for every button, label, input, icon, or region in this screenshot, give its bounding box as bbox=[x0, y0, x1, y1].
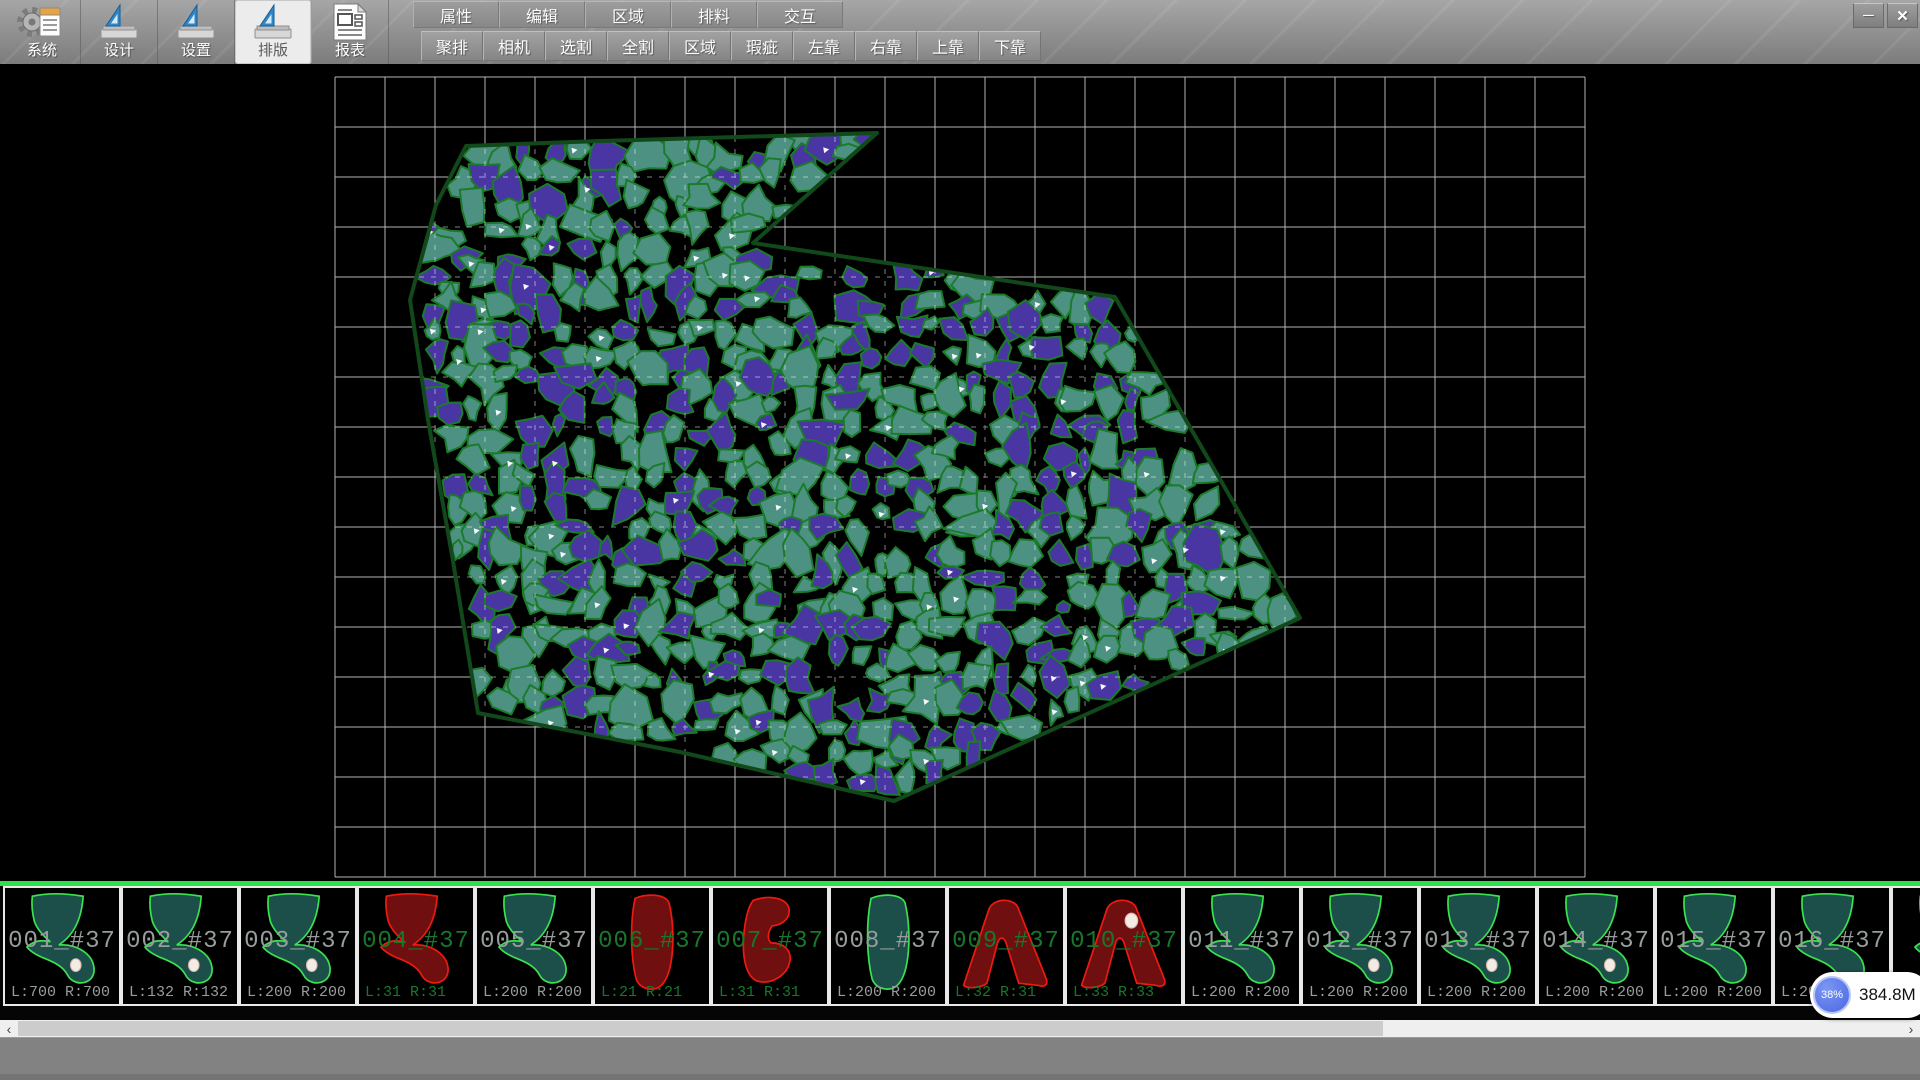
main-button-label: 设计 bbox=[104, 42, 134, 60]
part-thumbnail-011_#37[interactable]: 011_#37 L:200 R:200 bbox=[1183, 886, 1301, 1006]
part-thumbnail-003_#37[interactable]: 003_#37 L:200 R:200 bbox=[239, 886, 357, 1006]
part-thumbnail-002_#37[interactable]: 002_#37 L:132 R:132 bbox=[121, 886, 239, 1006]
part-thumbnail-012_#37[interactable]: 012_#37 L:200 R:200 bbox=[1301, 886, 1419, 1006]
scrollbar-thumb[interactable] bbox=[18, 1021, 1383, 1036]
part-label: 001_#37 bbox=[5, 928, 119, 955]
action-button-snap-bottom[interactable]: 下靠 bbox=[979, 31, 1041, 61]
part-label: 013_#37 bbox=[1421, 928, 1535, 955]
part-label: 009_#37 bbox=[949, 928, 1063, 955]
part-counts: L:132 R:132 bbox=[129, 984, 228, 1001]
part-label: 012_#37 bbox=[1303, 928, 1417, 955]
menu-button-properties[interactable]: 属性 bbox=[413, 1, 499, 28]
part-counts: L:200 R:200 bbox=[837, 984, 936, 1001]
menu-button-edit[interactable]: 编辑 bbox=[499, 1, 585, 28]
menu-bar: 属性编辑区域排料交互 bbox=[413, 1, 843, 29]
part-thumbnail-014_#37[interactable]: 014_#37 L:200 R:200 bbox=[1537, 886, 1655, 1006]
parts-strip: 001_#37 L:700 R:700 002_#37 L:132 R:132 003_… bbox=[0, 886, 1920, 1020]
part-thumbnail-006_#37[interactable]: 006_#37 L:21 R:21 bbox=[593, 886, 711, 1006]
part-label: 008_#37 bbox=[831, 928, 945, 955]
part-thumbnail-005_#37[interactable]: 005_#37 L:200 R:200 bbox=[475, 886, 593, 1006]
menu-button-material-nest[interactable]: 排料 bbox=[671, 1, 757, 28]
part-thumbnail-008_#37[interactable]: 008_#37 L:200 R:200 bbox=[829, 886, 947, 1006]
scroll-right-arrow-icon[interactable]: › bbox=[1902, 1020, 1920, 1037]
action-bar: 聚排相机选割全割区域瑕疵左靠右靠上靠下靠 bbox=[421, 31, 1041, 61]
part-thumbnail-001_#37[interactable]: 001_#37 L:700 R:700 bbox=[3, 886, 121, 1006]
action-button-snap-left[interactable]: 左靠 bbox=[793, 31, 855, 61]
part-counts: L:33 R:33 bbox=[1073, 984, 1154, 1001]
system-icon bbox=[16, 2, 68, 42]
part-label: 007_#37 bbox=[713, 928, 827, 955]
part-counts: L:31 R:31 bbox=[365, 984, 446, 1001]
part-counts: L:200 R:200 bbox=[1427, 984, 1526, 1001]
nesting-canvas[interactable] bbox=[0, 64, 1920, 881]
part-counts: L:32 R:31 bbox=[955, 984, 1036, 1001]
close-button[interactable]: ✕ bbox=[1887, 3, 1918, 28]
main-button-label: 设置 bbox=[181, 42, 211, 60]
part-label: 0 bbox=[1893, 928, 1920, 955]
progress-badge[interactable]: 38% 384.8M bbox=[1810, 972, 1920, 1018]
main-button-nesting[interactable]: 排版 bbox=[235, 0, 312, 64]
horizontal-scrollbar[interactable]: ‹ › bbox=[0, 1020, 1920, 1037]
part-label: 002_#37 bbox=[123, 928, 237, 955]
main-button-system[interactable]: 系统 bbox=[4, 0, 81, 64]
set-square-icon bbox=[93, 2, 145, 42]
part-counts: L:200 R:200 bbox=[247, 984, 346, 1001]
part-thumbnail-010_#37[interactable]: 010_#37 L:33 R:33 bbox=[1065, 886, 1183, 1006]
part-label: 005_#37 bbox=[477, 928, 591, 955]
status-bar bbox=[0, 1037, 1920, 1080]
part-counts: L:200 R:200 bbox=[483, 984, 582, 1001]
main-mode-buttons: 系统 设计 设置 排版 报表 bbox=[4, 0, 389, 64]
toolbar: 系统设计设置排版报表 属性编辑区域排料交互 聚排相机选割全割区域瑕疵左靠右靠上靠… bbox=[0, 0, 1920, 65]
part-label: 004_#37 bbox=[359, 928, 473, 955]
action-button-snap-top[interactable]: 上靠 bbox=[917, 31, 979, 61]
part-counts: L:200 R:200 bbox=[1663, 984, 1762, 1001]
action-button-snap-right[interactable]: 右靠 bbox=[855, 31, 917, 61]
memory-usage-label: 384.8M bbox=[1859, 985, 1916, 1005]
progress-percent-circle: 38% bbox=[1813, 976, 1851, 1014]
part-label: 010_#37 bbox=[1067, 928, 1181, 955]
report-icon bbox=[326, 2, 374, 42]
window-controls: ─ ✕ bbox=[1853, 3, 1918, 28]
part-counts: L:200 R:200 bbox=[1191, 984, 1290, 1001]
part-label: 003_#37 bbox=[241, 928, 355, 955]
part-counts: L:700 R:700 bbox=[11, 984, 110, 1001]
menu-button-interact[interactable]: 交互 bbox=[757, 1, 843, 28]
minimize-button[interactable]: ─ bbox=[1853, 3, 1884, 28]
part-thumbnail-009_#37[interactable]: 009_#37 L:32 R:31 bbox=[947, 886, 1065, 1006]
part-thumbnail-007_#37[interactable]: 007_#37 L:31 R:31 bbox=[711, 886, 829, 1006]
action-button-cut-all[interactable]: 全割 bbox=[607, 31, 669, 61]
main-button-report[interactable]: 报表 bbox=[312, 0, 389, 64]
action-button-defect[interactable]: 瑕疵 bbox=[731, 31, 793, 61]
main-button-label: 排版 bbox=[258, 42, 288, 60]
main-button-label: 报表 bbox=[335, 42, 365, 60]
action-button-camera[interactable]: 相机 bbox=[483, 31, 545, 61]
main-button-label: 系统 bbox=[27, 42, 57, 60]
part-thumbnail-013_#37[interactable]: 013_#37 L:200 R:200 bbox=[1419, 886, 1537, 1006]
menu-button-region[interactable]: 区域 bbox=[585, 1, 671, 28]
part-counts: L:31 R:31 bbox=[719, 984, 800, 1001]
action-button-cluster-nest[interactable]: 聚排 bbox=[421, 31, 483, 61]
part-label: 011_#37 bbox=[1185, 928, 1299, 955]
part-thumbnail-004_#37[interactable]: 004_#37 L:31 R:31 bbox=[357, 886, 475, 1006]
part-thumbnail-015_#37[interactable]: 015_#37 L:200 R:200 bbox=[1655, 886, 1773, 1006]
action-button-region[interactable]: 区域 bbox=[669, 31, 731, 61]
part-counts: L:200 R:200 bbox=[1545, 984, 1644, 1001]
part-counts: L:200 R:200 bbox=[1309, 984, 1408, 1001]
part-label: 014_#37 bbox=[1539, 928, 1653, 955]
part-label: 015_#37 bbox=[1657, 928, 1771, 955]
set-square-icon bbox=[170, 2, 222, 42]
scroll-left-arrow-icon[interactable]: ‹ bbox=[0, 1020, 18, 1037]
main-button-design[interactable]: 设计 bbox=[81, 0, 158, 64]
set-square-icon bbox=[247, 2, 299, 42]
app-window: 系统设计设置排版报表 属性编辑区域排料交互 聚排相机选割全割区域瑕疵左靠右靠上靠… bbox=[0, 0, 1920, 1080]
action-button-select-cut[interactable]: 选割 bbox=[545, 31, 607, 61]
part-label: 006_#37 bbox=[595, 928, 709, 955]
part-label: 016_#37 bbox=[1775, 928, 1889, 955]
part-counts: L:21 R:21 bbox=[601, 984, 682, 1001]
main-button-settings[interactable]: 设置 bbox=[158, 0, 235, 64]
